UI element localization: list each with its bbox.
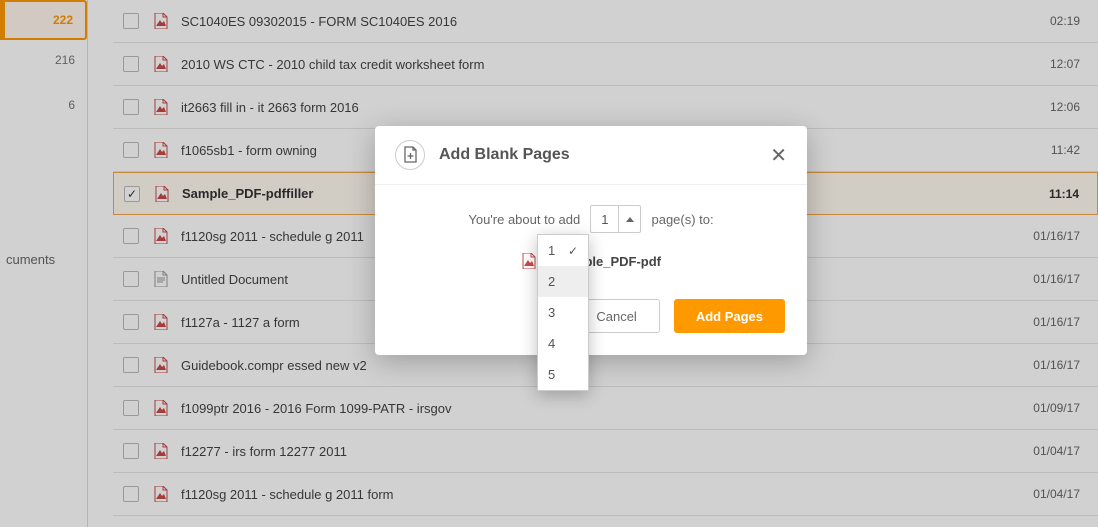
file-time: 11:42 <box>1051 143 1080 157</box>
pdf-icon <box>153 99 169 115</box>
file-name: it2663 fill in - it 2663 form 2016 <box>181 100 1038 115</box>
file-time: 01/16/17 <box>1033 315 1080 329</box>
checkbox[interactable] <box>123 400 139 416</box>
sidebar-item[interactable]: 6 <box>0 80 87 130</box>
file-time: 01/16/17 <box>1033 358 1080 372</box>
pdf-icon <box>153 357 169 373</box>
page-count-select[interactable]: 1 <box>590 205 641 233</box>
check-icon: ✓ <box>568 244 578 258</box>
file-row[interactable]: f1099ptr 2016 - 2016 Form 1099-PATR - ir… <box>113 387 1098 430</box>
file-time: 01/04/17 <box>1033 444 1080 458</box>
checkbox[interactable] <box>123 228 139 244</box>
file-time: 01/04/17 <box>1033 487 1080 501</box>
pdf-icon <box>154 186 170 202</box>
file-row[interactable]: f12277 - irs form 12277 2011 01/04/17 <box>113 430 1098 473</box>
pdf-icon <box>153 486 169 502</box>
pdf-icon <box>521 253 537 269</box>
file-time: 11:14 <box>1049 187 1079 201</box>
file-name: f1099ptr 2016 - 2016 Form 1099-PATR - ir… <box>181 401 1021 416</box>
sidebar-count: 6 <box>68 98 75 112</box>
modal-text: page(s) to: <box>651 212 713 227</box>
sidebar: 222 216 6 cuments <box>0 0 88 527</box>
select-value: 1 <box>591 212 618 227</box>
checkbox[interactable] <box>123 486 139 502</box>
add-blank-pages-modal: Add Blank Pages ✕ You're about to add 1 … <box>375 126 807 355</box>
close-icon[interactable]: ✕ <box>770 143 787 168</box>
file-time: 02:19 <box>1050 14 1080 28</box>
pdf-icon <box>153 56 169 72</box>
file-time: 01/16/17 <box>1033 272 1080 286</box>
dropdown-option[interactable]: 5 <box>538 359 588 390</box>
file-row[interactable]: it2663 fill in - it 2663 form 2016 12:06 <box>113 86 1098 129</box>
file-name: f12277 - irs form 12277 2011 <box>181 444 1021 459</box>
pdf-icon <box>153 228 169 244</box>
file-row[interactable]: 2010 WS CTC - 2010 child tax credit work… <box>113 43 1098 86</box>
file-name: f1120sg 2011 - schedule g 2011 form <box>181 487 1021 502</box>
page-plus-icon <box>395 140 425 170</box>
sidebar-item[interactable]: 216 <box>0 40 87 80</box>
sidebar-count: 222 <box>53 13 73 27</box>
sidebar-count: 216 <box>55 53 75 67</box>
checkbox[interactable] <box>123 56 139 72</box>
modal-title: Add Blank Pages <box>439 146 770 164</box>
file-name: Guidebook.compr essed new v2 <box>181 358 1021 373</box>
checkbox[interactable] <box>124 186 140 202</box>
checkbox[interactable] <box>123 13 139 29</box>
sidebar-label: cuments <box>6 252 55 267</box>
pdf-icon <box>153 443 169 459</box>
sidebar-item-active[interactable]: 222 <box>0 0 87 40</box>
file-row[interactable]: f1120sg 2011 - schedule g 2011 form 01/04… <box>113 473 1098 516</box>
target-file: Sample_PDF-pdf <box>399 253 783 269</box>
checkbox[interactable] <box>123 443 139 459</box>
checkbox[interactable] <box>123 357 139 373</box>
checkbox[interactable] <box>123 99 139 115</box>
dropdown-option[interactable]: 3 <box>538 297 588 328</box>
file-time: 12:06 <box>1050 100 1080 114</box>
dropdown-option[interactable]: 4 <box>538 328 588 359</box>
chevron-up-icon[interactable] <box>618 205 640 233</box>
file-name: SC1040ES 09302015 - FORM SC1040ES 2016 <box>181 14 1038 29</box>
checkbox[interactable] <box>123 142 139 158</box>
file-time: 12:07 <box>1050 57 1080 71</box>
file-row[interactable]: SC1040ES 09302015 - FORM SC1040ES 2016 02… <box>113 0 1098 43</box>
modal-header: Add Blank Pages ✕ <box>375 126 807 185</box>
dropdown-option[interactable]: 2 <box>538 266 588 297</box>
file-name: 2010 WS CTC - 2010 child tax credit work… <box>181 57 1038 72</box>
file-time: 01/09/17 <box>1033 401 1080 415</box>
doc-icon <box>153 271 169 287</box>
pdf-icon <box>153 400 169 416</box>
checkbox[interactable] <box>123 314 139 330</box>
dropdown-option[interactable]: 1✓ <box>538 235 588 266</box>
page-count-dropdown: 1✓2345 <box>537 234 589 391</box>
pdf-icon <box>153 314 169 330</box>
checkbox[interactable] <box>123 271 139 287</box>
modal-footer: Cancel Add Pages <box>375 289 807 355</box>
pdf-icon <box>153 142 169 158</box>
file-time: 01/16/17 <box>1033 229 1080 243</box>
pdf-icon <box>153 13 169 29</box>
add-pages-button[interactable]: Add Pages <box>674 299 785 333</box>
modal-body: You're about to add 1 page(s) to: Sample… <box>375 185 807 289</box>
modal-text: You're about to add <box>468 212 580 227</box>
